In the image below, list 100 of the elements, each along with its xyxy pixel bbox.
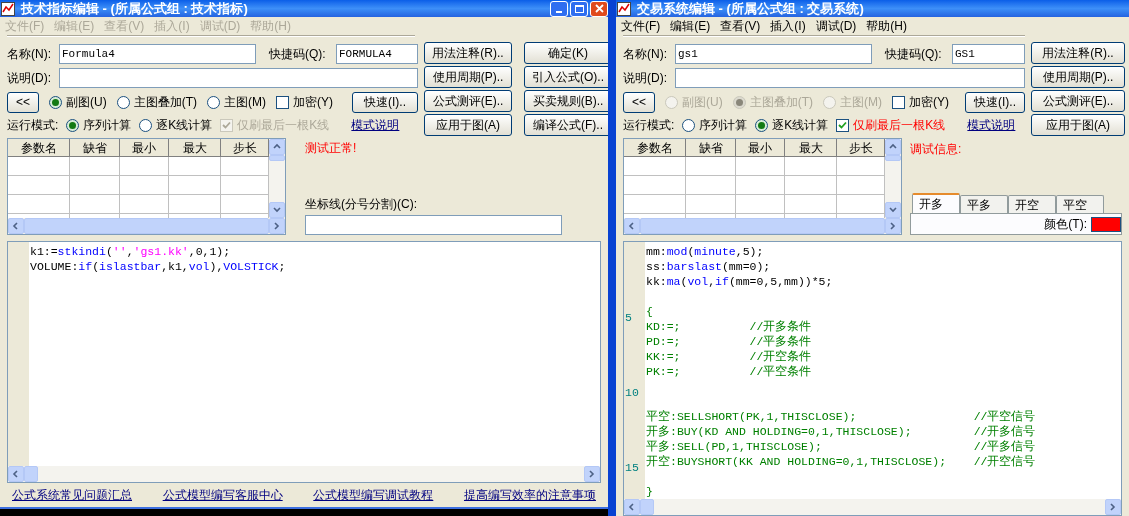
- name-input[interactable]: gs1: [675, 44, 872, 64]
- quick-button[interactable]: 快速(I)..: [965, 91, 1025, 113]
- column-header: 缺省: [70, 139, 120, 157]
- table-cell: [8, 195, 70, 214]
- action-button[interactable]: 引入公式(O)..: [524, 66, 608, 88]
- scroll-up-button[interactable]: [269, 139, 285, 155]
- help-link[interactable]: 公式模型编写调试教程: [313, 486, 434, 504]
- field-label: 快捷码(Q):: [269, 46, 327, 63]
- checkbox[interactable]: 加密(Y): [892, 93, 949, 111]
- column-header: 最大: [785, 139, 837, 157]
- action-button[interactable]: 使用周期(P)..: [1031, 66, 1125, 88]
- chevron-down-icon: [888, 205, 898, 215]
- menu-item[interactable]: 帮助(H): [866, 17, 907, 35]
- radio-button[interactable]: 副图(U): [49, 93, 107, 111]
- radio-button[interactable]: 逐K线计算: [755, 116, 829, 134]
- scroll-right-button[interactable]: [584, 466, 600, 482]
- tab[interactable]: 开空: [1008, 195, 1056, 213]
- name-input[interactable]: Formula4: [59, 44, 256, 64]
- checkmark-icon: [222, 120, 232, 130]
- tab[interactable]: 平多: [960, 195, 1008, 213]
- scroll-right-button[interactable]: [1105, 499, 1121, 515]
- table-cell: [785, 176, 837, 195]
- table-cell: [120, 195, 169, 214]
- scroll-up-button[interactable]: [885, 139, 901, 155]
- code-line: 开空:BUYSHORT(KK AND HOLDING=0,1,THISCLOSE); //开空信号: [646, 454, 1036, 469]
- scroll-left-button[interactable]: [8, 466, 24, 482]
- scroll-down-button[interactable]: [269, 202, 285, 218]
- field-label: 说明(D):: [623, 70, 668, 87]
- color-swatch[interactable]: [1091, 216, 1121, 232]
- quick-button[interactable]: 快速(I)..: [352, 91, 418, 113]
- tab[interactable]: 平空: [1056, 195, 1104, 213]
- code-line: 平多:SELL(PD,1,THISCLOSE); //平多信号: [646, 439, 1036, 454]
- action-button[interactable]: 买卖规则(B)..: [524, 90, 608, 112]
- collapse-button[interactable]: <<: [623, 91, 655, 113]
- radio-button[interactable]: 主图叠加(T): [116, 93, 197, 111]
- menu-item[interactable]: 文件(F): [621, 17, 661, 35]
- action-button[interactable]: 编译公式(F)..: [524, 114, 608, 136]
- code-editor[interactable]: [623, 241, 1122, 516]
- mode-help-link[interactable]: 模式说明: [351, 116, 400, 134]
- action-button[interactable]: 公式测评(E)..: [1031, 90, 1125, 112]
- radio-button[interactable]: 主图(M): [207, 93, 266, 111]
- menu-item[interactable]: 编辑(E): [670, 17, 711, 35]
- menu-item[interactable]: 调试(D): [815, 17, 857, 35]
- shortcut-input[interactable]: GS1: [952, 44, 1025, 64]
- description-input[interactable]: [675, 68, 1025, 88]
- menu-item[interactable]: 查看(V): [720, 17, 761, 35]
- scroll-left-button[interactable]: [624, 218, 640, 234]
- close-button[interactable]: [590, 0, 608, 17]
- table-cell: [785, 195, 837, 214]
- table-cell: [70, 195, 120, 214]
- menu-item[interactable]: 插入(I): [770, 17, 806, 35]
- scroll-down-button[interactable]: [885, 202, 901, 218]
- help-link[interactable]: 公式模型编写客服中心: [162, 486, 283, 504]
- scroll-right-button[interactable]: [269, 218, 285, 234]
- action-button[interactable]: 应用于图(A): [424, 114, 512, 136]
- help-link[interactable]: 提高编写效率的注意事项: [463, 486, 596, 504]
- collapse-button[interactable]: <<: [7, 91, 39, 113]
- axis-input[interactable]: [305, 215, 562, 235]
- mode-help-link[interactable]: 模式说明: [967, 116, 1016, 134]
- table-cell: [169, 157, 221, 176]
- scroll-right-button[interactable]: [885, 218, 901, 234]
- description-input[interactable]: [59, 68, 418, 88]
- scroll-left-button[interactable]: [624, 499, 640, 515]
- code-editor[interactable]: k1:=stkindi('','gs1.kk',0,1); VOLUME:if(islastbar,k1,vol),VOLSTICK;: [7, 241, 601, 483]
- action-button[interactable]: 使用周期(P)..: [424, 66, 512, 88]
- table-cell: [686, 157, 736, 176]
- action-button[interactable]: 应用于图(A): [1031, 114, 1125, 136]
- radio-button[interactable]: 序列计算: [682, 116, 748, 134]
- field-label: 名称(N):: [623, 46, 668, 63]
- table-cell: [169, 176, 221, 195]
- action-button[interactable]: 用法注释(R)..: [1031, 42, 1125, 64]
- table-cell: [8, 176, 70, 195]
- vertical-scrollbar[interactable]: [885, 139, 901, 218]
- code-line: PK:=; //平空条件: [646, 364, 812, 379]
- shortcut-input[interactable]: FORMULA4: [336, 44, 418, 64]
- action-button[interactable]: 用法注释(R)..: [424, 42, 512, 64]
- column-header: 最小: [736, 139, 785, 157]
- chevron-left-icon: [11, 221, 21, 231]
- scroll-thumb[interactable]: [640, 499, 654, 515]
- horizontal-scrollbar[interactable]: [8, 466, 600, 482]
- scroll-left-button[interactable]: [8, 218, 24, 234]
- field-label: 坐标线(分号分割)(C):: [305, 196, 418, 213]
- action-button[interactable]: 公式测评(E)..: [424, 90, 512, 112]
- table-cell: [120, 176, 169, 195]
- radio-button[interactable]: 逐K线计算: [139, 116, 213, 134]
- action-button[interactable]: 确定(K): [524, 42, 608, 64]
- scroll-thumb[interactable]: [269, 155, 285, 161]
- column-header: 步长: [837, 139, 885, 157]
- minimize-button[interactable]: [550, 0, 568, 17]
- vertical-scrollbar[interactable]: [269, 139, 285, 218]
- tab[interactable]: 开多: [912, 193, 960, 213]
- horizontal-scrollbar[interactable]: [624, 499, 1121, 515]
- table-cell: [8, 157, 70, 176]
- scroll-thumb[interactable]: [885, 155, 901, 161]
- scroll-thumb[interactable]: [24, 466, 38, 482]
- radio-button[interactable]: 序列计算: [66, 116, 132, 134]
- table-cell: [70, 157, 120, 176]
- maximize-button[interactable]: [570, 0, 588, 17]
- help-link[interactable]: 公式系统常见问题汇总: [12, 486, 132, 504]
- checkbox[interactable]: 加密(Y): [276, 93, 333, 111]
